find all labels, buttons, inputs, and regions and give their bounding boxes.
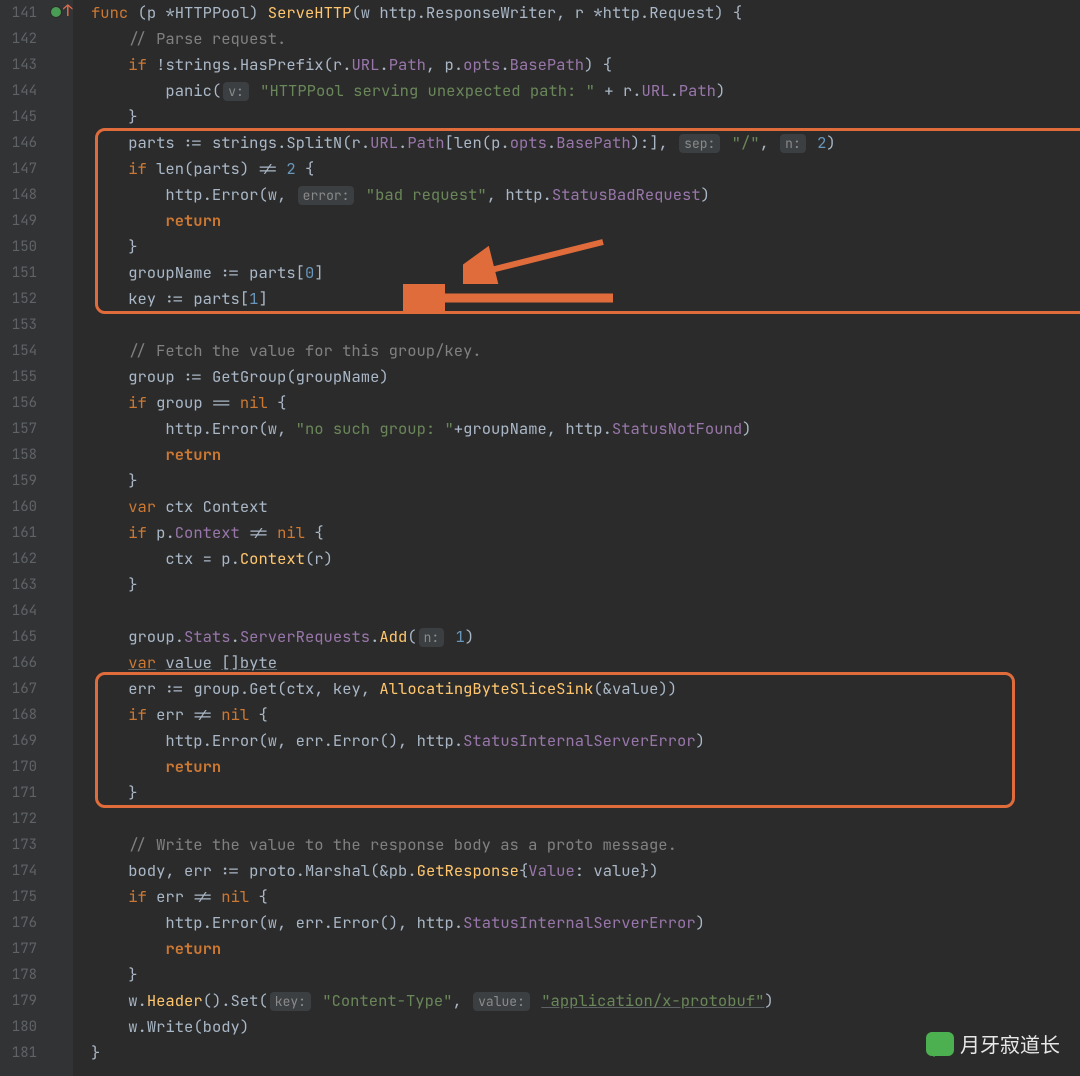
inlay-hint: key: <box>270 992 311 1011</box>
line-number: 163 <box>0 572 37 598</box>
line-number: 147 <box>0 156 37 182</box>
inlay-hint: value: <box>473 992 530 1011</box>
code-line[interactable]: if group == nil { <box>91 390 1080 416</box>
code-line[interactable]: var ctx Context <box>91 494 1080 520</box>
icon-gutter: ↑ <box>45 0 73 1076</box>
line-number: 165 <box>0 624 37 650</box>
line-number: 161 <box>0 520 37 546</box>
code-line[interactable]: return <box>91 936 1080 962</box>
line-number: 180 <box>0 1014 37 1040</box>
line-number: 172 <box>0 806 37 832</box>
line-number: 149 <box>0 208 37 234</box>
code-line[interactable]: group := GetGroup(groupName) <box>91 364 1080 390</box>
line-number: 175 <box>0 884 37 910</box>
code-line[interactable]: return <box>91 754 1080 780</box>
code-line[interactable]: } <box>91 104 1080 130</box>
code-line[interactable]: var value []byte <box>91 650 1080 676</box>
code-line[interactable]: body, err := proto.Marshal(&pb.GetRespon… <box>91 858 1080 884</box>
line-number: 154 <box>0 338 37 364</box>
code-line[interactable]: func (p *HTTPPool) ServeHTTP(w http.Resp… <box>91 0 1080 26</box>
breakpoint-icon[interactable] <box>50 6 62 18</box>
line-number: 162 <box>0 546 37 572</box>
line-number: 167 <box>0 676 37 702</box>
line-number: 159 <box>0 468 37 494</box>
vcs-change-icon: ↑ <box>63 0 73 21</box>
code-line[interactable]: if err != nil { <box>91 884 1080 910</box>
inlay-hint: n: <box>780 134 806 153</box>
line-number: 152 <box>0 286 37 312</box>
code-area[interactable]: func (p *HTTPPool) ServeHTTP(w http.Resp… <box>73 0 1080 1076</box>
line-number: 144 <box>0 78 37 104</box>
code-line[interactable]: parts := strings.SplitN(r.URL.Path[len(p… <box>91 130 1080 156</box>
code-line[interactable]: return <box>91 208 1080 234</box>
line-number: 153 <box>0 312 37 338</box>
code-line[interactable]: w.Header().Set(key: "Content-Type", valu… <box>91 988 1080 1014</box>
line-number: 168 <box>0 702 37 728</box>
line-number: 171 <box>0 780 37 806</box>
line-number: 155 <box>0 364 37 390</box>
line-number-gutter: 1411421431441451461471481491501511521531… <box>0 0 45 1076</box>
code-line[interactable]: } <box>91 572 1080 598</box>
line-number: 146 <box>0 130 37 156</box>
code-line[interactable]: // Parse request. <box>91 26 1080 52</box>
code-line[interactable]: http.Error(w, error: "bad request", http… <box>91 182 1080 208</box>
inlay-hint: sep: <box>679 134 720 153</box>
line-number: 169 <box>0 728 37 754</box>
line-number: 173 <box>0 832 37 858</box>
code-line[interactable]: // Fetch the value for this group/key. <box>91 338 1080 364</box>
code-line[interactable]: } <box>91 468 1080 494</box>
code-line[interactable]: if !strings.HasPrefix(r.URL.Path, p.opts… <box>91 52 1080 78</box>
code-line[interactable]: if p.Context != nil { <box>91 520 1080 546</box>
code-line[interactable] <box>91 806 1080 832</box>
code-line[interactable] <box>91 598 1080 624</box>
code-line[interactable]: } <box>91 962 1080 988</box>
line-number: 150 <box>0 234 37 260</box>
watermark-label: 月牙寂道长 <box>960 1029 1060 1058</box>
code-line[interactable]: panic(v: "HTTPPool serving unexpected pa… <box>91 78 1080 104</box>
line-number: 174 <box>0 858 37 884</box>
inlay-hint: v: <box>223 82 249 101</box>
code-line[interactable]: group.Stats.ServerRequests.Add(n: 1) <box>91 624 1080 650</box>
line-number: 157 <box>0 416 37 442</box>
line-number: 176 <box>0 910 37 936</box>
line-number: 178 <box>0 962 37 988</box>
line-number: 179 <box>0 988 37 1014</box>
code-line[interactable]: http.Error(w, err.Error(), http.StatusIn… <box>91 728 1080 754</box>
code-line[interactable]: if len(parts) != 2 { <box>91 156 1080 182</box>
inlay-hint: n: <box>419 628 445 647</box>
line-number: 166 <box>0 650 37 676</box>
line-number: 181 <box>0 1040 37 1066</box>
line-number: 164 <box>0 598 37 624</box>
line-number: 158 <box>0 442 37 468</box>
line-number: 160 <box>0 494 37 520</box>
code-line[interactable]: } <box>91 234 1080 260</box>
line-number: 148 <box>0 182 37 208</box>
code-line[interactable]: } <box>91 780 1080 806</box>
code-line[interactable]: groupName := parts[0] <box>91 260 1080 286</box>
line-number: 156 <box>0 390 37 416</box>
watermark: 月牙寂道长 <box>926 1029 1060 1058</box>
inlay-hint: error: <box>298 186 355 205</box>
code-line[interactable]: return <box>91 442 1080 468</box>
code-editor: 1411421431441451461471481491501511521531… <box>0 0 1080 1076</box>
line-number: 143 <box>0 52 37 78</box>
line-number: 170 <box>0 754 37 780</box>
code-line[interactable]: http.Error(w, "no such group: "+groupNam… <box>91 416 1080 442</box>
line-number: 151 <box>0 260 37 286</box>
line-number: 177 <box>0 936 37 962</box>
line-number: 145 <box>0 104 37 130</box>
line-number: 142 <box>0 26 37 52</box>
code-line[interactable]: ctx = p.Context(r) <box>91 546 1080 572</box>
line-number: 141 <box>0 0 37 26</box>
code-line[interactable]: if err != nil { <box>91 702 1080 728</box>
code-line[interactable]: http.Error(w, err.Error(), http.StatusIn… <box>91 910 1080 936</box>
code-line[interactable]: key := parts[1] <box>91 286 1080 312</box>
code-line[interactable]: // Write the value to the response body … <box>91 832 1080 858</box>
wechat-icon <box>926 1032 954 1056</box>
code-line[interactable] <box>91 312 1080 338</box>
code-line[interactable]: err := group.Get(ctx, key, AllocatingByt… <box>91 676 1080 702</box>
